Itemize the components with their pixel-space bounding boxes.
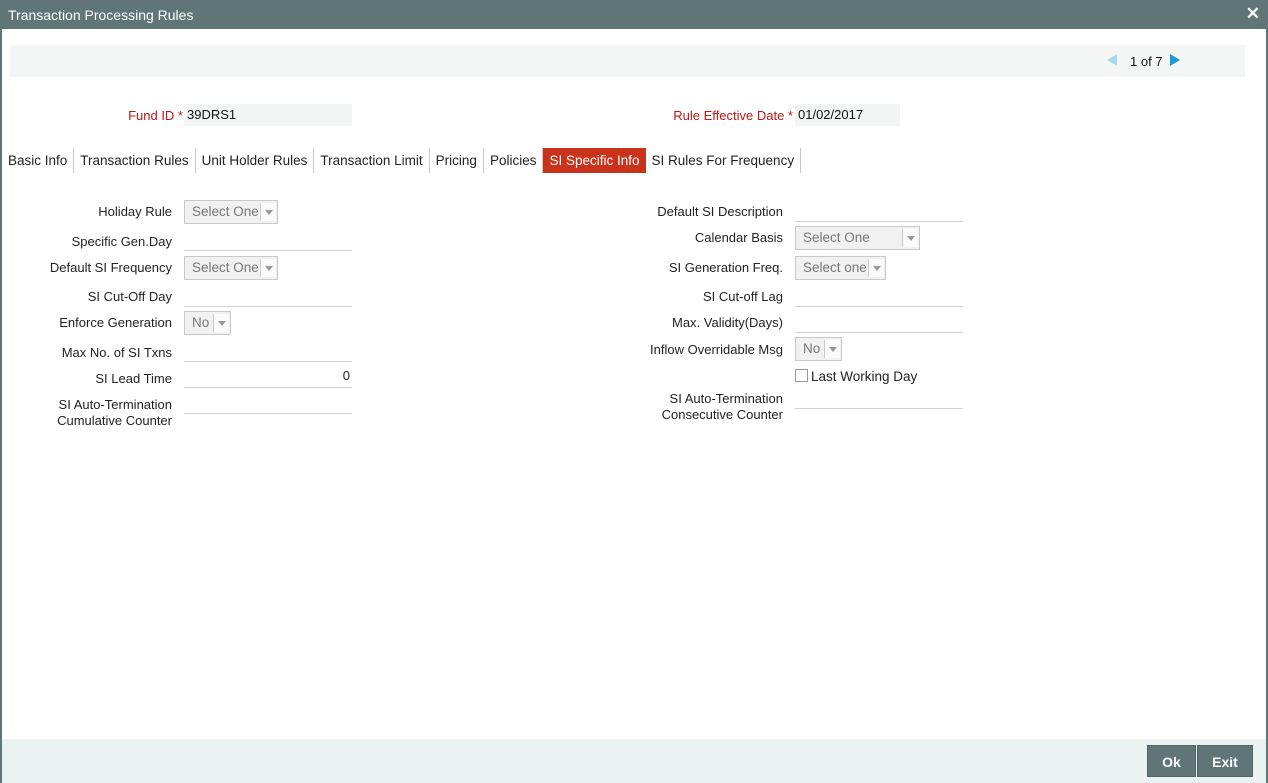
si-auto-termination-consecutive-field[interactable] bbox=[795, 385, 963, 409]
si-auto-termination-cumulative-field[interactable] bbox=[184, 390, 352, 414]
last-working-day-checkbox[interactable] bbox=[795, 369, 808, 382]
tab-pricing[interactable]: Pricing bbox=[430, 148, 484, 173]
tab-si-specific-info[interactable]: SI Specific Info bbox=[543, 148, 646, 173]
holiday-rule-select[interactable]: Select One bbox=[184, 200, 278, 224]
tab-policies[interactable]: Policies bbox=[484, 148, 544, 173]
si-lead-time-field[interactable]: 0 bbox=[184, 364, 352, 388]
chevron-down-icon bbox=[213, 314, 229, 332]
holiday-rule-value: Select One bbox=[192, 204, 259, 219]
si-cutoff-day-label: SI Cut-Off Day bbox=[87, 289, 172, 304]
enforce-generation-label: Enforce Generation bbox=[59, 315, 172, 330]
next-record-icon[interactable] bbox=[1170, 54, 1180, 66]
inflow-overridable-msg-value: No bbox=[803, 341, 821, 356]
close-icon[interactable]: ✕ bbox=[1246, 4, 1260, 24]
tab-transaction-rules[interactable]: Transaction Rules bbox=[74, 148, 196, 173]
tab-transaction-limit[interactable]: Transaction Limit bbox=[314, 148, 430, 173]
tab-bar: Basic Info Transaction Rules Unit Holder… bbox=[2, 148, 802, 173]
calendar-basis-label: Calendar Basis bbox=[694, 230, 783, 245]
si-generation-freq-label: SI Generation Freq. bbox=[668, 260, 783, 275]
default-si-frequency-label: Default SI Frequency bbox=[49, 260, 172, 275]
max-validity-days-field[interactable] bbox=[795, 309, 963, 333]
inflow-overridable-msg-select[interactable]: No bbox=[795, 337, 842, 361]
si-auto-termination-consecutive-label: SI Auto-Termination Consecutive Counter bbox=[600, 391, 783, 423]
label-line: SI Auto-Termination bbox=[58, 397, 172, 412]
footer-bar bbox=[2, 739, 1266, 783]
si-auto-termination-cumulative-label: SI Auto-Termination Cumulative Counter bbox=[20, 397, 172, 429]
chevron-down-icon bbox=[868, 259, 884, 277]
ok-button[interactable]: Ok bbox=[1147, 745, 1196, 777]
si-generation-freq-select[interactable]: Select one bbox=[795, 256, 886, 280]
holiday-rule-label: Holiday Rule bbox=[98, 204, 172, 219]
default-si-frequency-value: Select One bbox=[192, 260, 259, 275]
rule-effective-date-field[interactable]: 01/02/2017 bbox=[795, 104, 900, 126]
tab-unit-holder-rules[interactable]: Unit Holder Rules bbox=[196, 148, 315, 173]
chevron-down-icon bbox=[902, 229, 918, 247]
previous-record-icon[interactable] bbox=[1107, 54, 1117, 66]
calendar-basis-value: Select One bbox=[803, 230, 870, 245]
fund-id-field[interactable]: 39DRS1 bbox=[184, 104, 352, 126]
default-si-frequency-select[interactable]: Select One bbox=[184, 256, 278, 280]
max-no-si-txns-field[interactable] bbox=[184, 338, 352, 362]
specific-gen-day-field[interactable] bbox=[184, 227, 352, 251]
last-working-day-label: Last Working Day bbox=[811, 369, 918, 384]
si-lead-time-label: SI Lead Time bbox=[95, 371, 172, 386]
label-line: Consecutive Counter bbox=[661, 407, 783, 422]
record-pager: 1 of 7 bbox=[10, 45, 1245, 77]
tab-basic-info[interactable]: Basic Info bbox=[2, 148, 75, 173]
record-count: 1 of 7 bbox=[1130, 54, 1163, 69]
window-title: Transaction Processing Rules bbox=[8, 7, 194, 23]
label-line: SI Auto-Termination bbox=[669, 391, 783, 406]
specific-gen-day-label: Specific Gen.Day bbox=[71, 234, 172, 249]
enforce-generation-select[interactable]: No bbox=[184, 311, 231, 335]
default-si-description-label: Default SI Description bbox=[657, 204, 783, 219]
inflow-overridable-msg-label: Inflow Overridable Msg bbox=[650, 342, 783, 357]
chevron-down-icon bbox=[824, 340, 840, 358]
window-titlebar: Transaction Processing Rules ✕ bbox=[0, 0, 1268, 29]
si-cutoff-lag-label: SI Cut-off Lag bbox=[703, 289, 783, 304]
enforce-generation-value: No bbox=[192, 315, 210, 330]
rule-effective-date-label: Rule Effective Date * bbox=[673, 108, 793, 123]
calendar-basis-select[interactable]: Select One bbox=[795, 226, 920, 250]
chevron-down-icon bbox=[260, 203, 276, 221]
default-si-description-field[interactable] bbox=[795, 198, 963, 222]
si-cutoff-lag-field[interactable] bbox=[795, 283, 963, 307]
max-no-si-txns-label: Max No. of SI Txns bbox=[61, 345, 172, 360]
si-cutoff-day-field[interactable] bbox=[184, 283, 352, 307]
tab-si-rules-for-frequency[interactable]: SI Rules For Frequency bbox=[646, 148, 802, 173]
label-line: Cumulative Counter bbox=[57, 413, 172, 428]
exit-button[interactable]: Exit bbox=[1197, 745, 1253, 777]
max-validity-days-label: Max. Validity(Days) bbox=[671, 315, 783, 330]
si-generation-freq-value: Select one bbox=[803, 260, 867, 275]
chevron-down-icon bbox=[260, 259, 276, 277]
fund-id-label: Fund ID * bbox=[128, 108, 183, 123]
